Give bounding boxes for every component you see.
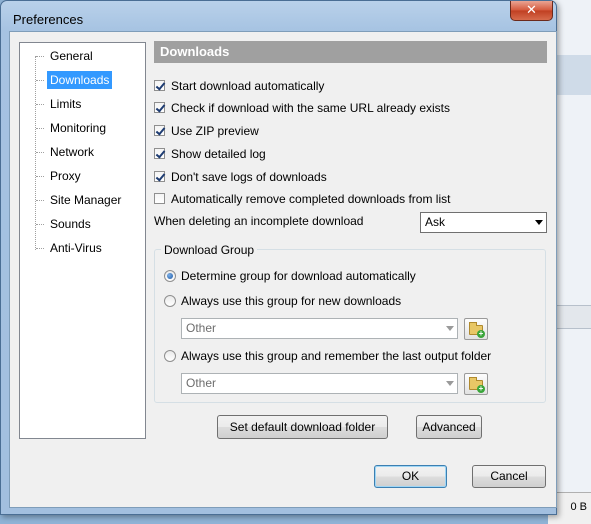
checkbox[interactable] <box>154 193 165 204</box>
tree-branch-line <box>36 152 44 153</box>
radio-button[interactable] <box>164 270 176 282</box>
tree-item-label: Network <box>50 145 95 159</box>
option-label: Use ZIP preview <box>171 124 259 138</box>
checkbox[interactable] <box>154 148 165 159</box>
delete-incomplete-dropdown[interactable]: Ask <box>420 212 547 233</box>
tree-connector-line <box>35 56 36 250</box>
option-label: Don't save logs of downloads <box>171 170 327 184</box>
set-default-download-folder-button[interactable]: Set default download folder <box>217 415 388 439</box>
option-label: Automatically remove completed downloads… <box>171 192 451 206</box>
tree-branch-line <box>36 80 44 81</box>
tree-item-label: Proxy <box>50 169 81 183</box>
tree-item-label: Downloads <box>47 71 113 89</box>
delete-incomplete-label: When deleting an incomplete download <box>154 214 364 228</box>
chevron-down-icon <box>535 220 543 225</box>
dialog-client-area: General Downloads Limits Monitoring Netw… <box>9 31 557 508</box>
checkbox[interactable] <box>154 125 165 136</box>
option-label: Show detailed log <box>171 147 266 161</box>
tree-branch-line <box>36 176 44 177</box>
plus-icon: + <box>477 329 485 338</box>
tree-item-label: Limits <box>50 97 82 111</box>
tree-branch-line <box>36 56 44 57</box>
tree-branch-line <box>36 104 44 105</box>
download-group-box: Download Group Determine group for downl… <box>154 242 546 403</box>
group-legend: Download Group <box>161 242 258 258</box>
option-label: Start download automatically <box>171 79 325 93</box>
tree-item-label: General <box>50 49 93 63</box>
checkbox[interactable] <box>154 171 165 182</box>
option-label: Check if download with the same URL alre… <box>171 101 451 115</box>
add-group-button-1[interactable]: + <box>464 318 488 340</box>
radio-label: Always use this group and remember the l… <box>181 349 492 363</box>
tree-item-label: Monitoring <box>50 121 107 135</box>
checkbox[interactable] <box>154 80 165 91</box>
radio-label: Always use this group for new downloads <box>181 294 402 308</box>
dropdown-value: Other <box>186 321 217 335</box>
chevron-down-icon <box>446 326 454 331</box>
tree-item-label: Anti-Virus <box>50 241 102 255</box>
advanced-button[interactable]: Advanced <box>416 415 482 439</box>
background-status-text: 0 B <box>570 501 587 513</box>
dialog-title: Preferences <box>13 12 84 27</box>
preferences-dialog: Preferences ✕ General Downloads Limits M… <box>0 0 557 515</box>
radio-button[interactable] <box>164 295 176 307</box>
tree-item-label: Site Manager <box>50 193 122 207</box>
group-dropdown-remember-folder[interactable]: Other <box>181 373 458 394</box>
dropdown-value: Ask <box>425 215 446 229</box>
close-button[interactable]: ✕ <box>510 1 553 21</box>
ok-button[interactable]: OK <box>374 465 447 488</box>
add-group-button-2[interactable]: + <box>464 373 488 395</box>
close-icon: ✕ <box>526 2 537 17</box>
tree-branch-line <box>36 128 44 129</box>
tree-item-label: Sounds <box>50 217 91 231</box>
category-tree: General Downloads Limits Monitoring Netw… <box>19 42 146 439</box>
tree-branch-line <box>36 248 44 249</box>
group-dropdown-new-downloads[interactable]: Other <box>181 318 458 339</box>
plus-icon: + <box>477 384 485 393</box>
tree-branch-line <box>36 224 44 225</box>
tree-branch-line <box>36 200 44 201</box>
section-header: Downloads <box>154 41 547 63</box>
radio-label: Determine group for download automatical… <box>181 269 416 283</box>
radio-button[interactable] <box>164 350 176 362</box>
dropdown-value: Other <box>186 376 217 390</box>
chevron-down-icon <box>446 381 454 386</box>
checkbox[interactable] <box>154 102 165 113</box>
cancel-button[interactable]: Cancel <box>472 465 546 488</box>
